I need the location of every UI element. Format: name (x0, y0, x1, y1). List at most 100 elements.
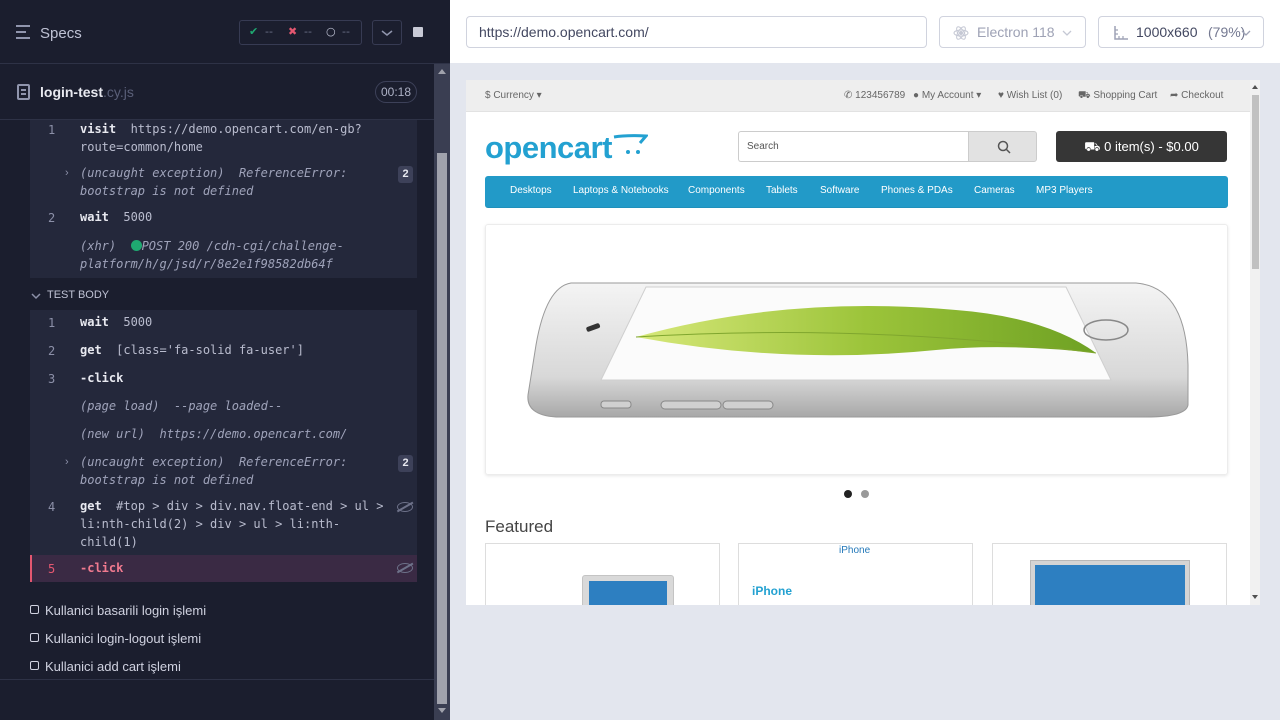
command-page-load[interactable]: (page load) --page loaded-- (80, 397, 282, 415)
test-body-header[interactable]: TEST BODY (30, 287, 417, 305)
scroll-thumb[interactable] (437, 153, 447, 704)
product-title[interactable]: iPhone (752, 584, 792, 598)
command-new-url[interactable]: (new url) https://demo.opencart.com/ (80, 425, 347, 443)
checkbox-icon (30, 661, 39, 670)
user-icon: ● (913, 90, 920, 101)
viewport-size: 1000x660 (1136, 24, 1198, 40)
chevron-down-icon (381, 30, 393, 36)
command-number: 1 (48, 123, 56, 137)
cart-icon: ⛟ (1084, 139, 1101, 154)
command-get[interactable]: get [class='fa-solid fa-user'] (80, 341, 304, 359)
chevron-right-icon[interactable]: › (65, 456, 69, 468)
checkout-link[interactable]: ➦ Checkout (1170, 90, 1223, 101)
search-input[interactable]: Search (738, 131, 968, 162)
browser-selector[interactable]: Electron 118 (939, 16, 1086, 48)
command-number: 2 (48, 211, 56, 225)
run-duration: 00:18 (375, 81, 417, 103)
product-image-alt: iPhone (839, 545, 871, 556)
scroll-down-arrow[interactable] (1250, 593, 1260, 601)
nav-tablets[interactable]: Tablets (766, 185, 798, 196)
pending-icon: ○ (326, 25, 336, 38)
cart-button[interactable]: ⛟ 0 item(s) - $0.00 (1056, 131, 1227, 162)
shopping-cart-link[interactable]: ⛟ Shopping Cart (1078, 90, 1157, 103)
hero-slider[interactable] (485, 224, 1228, 475)
featured-heading: Featured (485, 517, 554, 536)
command-click[interactable]: -click (80, 369, 123, 387)
command-click-failed[interactable]: -click (80, 559, 123, 577)
cart-logo-icon (613, 134, 648, 154)
pending-count: -- (342, 25, 350, 38)
menu-icon[interactable] (16, 25, 32, 39)
scroll-up-arrow[interactable] (438, 69, 446, 74)
checkbox-icon (30, 605, 39, 614)
command-uncaught-exception[interactable]: (uncaught exception) ReferenceError: boo… (80, 164, 380, 200)
count-badge: 2 (398, 455, 413, 472)
pass-icon: ✔ (249, 25, 259, 38)
expand-button[interactable] (372, 20, 402, 45)
slider-dot[interactable] (861, 490, 869, 498)
nav-software[interactable]: Software (820, 185, 859, 196)
command-number: 5 (48, 562, 56, 576)
file-icon (17, 84, 30, 100)
count-badge: 2 (398, 166, 413, 183)
command-wait[interactable]: wait 5000 (80, 208, 152, 226)
url-field[interactable]: https://demo.opencart.com/ (466, 16, 927, 48)
chevron-right-icon[interactable]: › (65, 167, 69, 179)
phone-link[interactable]: ✆ 123456789 (844, 90, 905, 101)
wish-list-link[interactable]: ♥ Wish List (0) (998, 90, 1062, 101)
test-body-label: TEST BODY (47, 289, 110, 301)
divider (0, 679, 434, 680)
spec-file-name: login-test (40, 84, 103, 100)
nav-cameras[interactable]: Cameras (974, 185, 1015, 196)
search-button[interactable] (968, 131, 1037, 162)
product-card[interactable] (485, 543, 720, 605)
my-account-link[interactable]: ● My Account ▾ (913, 90, 981, 101)
viewport-selector[interactable]: 1000x660 (79%) (1098, 16, 1264, 48)
share-icon: ➦ (1170, 90, 1179, 101)
ruler-icon (1114, 26, 1128, 40)
fail-count: -- (304, 25, 312, 38)
scroll-up-arrow[interactable] (1250, 83, 1260, 91)
search-icon (997, 140, 1011, 154)
stop-button[interactable] (403, 20, 433, 45)
app-under-test: $ Currency ▾ ✆ 123456789 ● My Account ▾ … (466, 80, 1260, 605)
nav-laptops[interactable]: Laptops & Notebooks (573, 185, 669, 196)
command-number: 4 (48, 500, 56, 514)
product-card[interactable]: iPhone iPhone (738, 543, 973, 605)
command-number: 1 (48, 316, 56, 330)
specs-label[interactable]: Specs (40, 25, 82, 42)
command-log-panel: Specs ✔ -- ✖ -- ○ -- login-test .cy.js 0… (0, 0, 450, 720)
product-card[interactable] (992, 543, 1227, 605)
eye-slash-icon[interactable] (397, 502, 413, 512)
nav-desktops[interactable]: Desktops (510, 185, 552, 196)
command-wait[interactable]: wait 5000 (80, 313, 152, 331)
site-scroll-thumb[interactable] (1252, 95, 1259, 269)
fail-icon: ✖ (288, 25, 298, 38)
chevron-down-icon (1241, 30, 1251, 36)
command-number: 2 (48, 344, 56, 358)
scroll-down-arrow[interactable] (438, 708, 446, 713)
xhr-status-dot (130, 240, 142, 251)
main-nav: Desktops Laptops & Notebooks Components … (485, 176, 1228, 208)
command-number: 3 (48, 372, 56, 386)
chevron-down-icon (1062, 30, 1072, 36)
command-visit[interactable]: visit https://demo.opencart.com/en-gb? r… (80, 120, 380, 156)
nav-phones[interactable]: Phones & PDAs (881, 185, 953, 196)
command-xhr[interactable]: (xhr) POST 200 /cdn-cgi/challenge- platf… (80, 237, 380, 273)
currency-dropdown[interactable]: $ Currency ▾ (485, 90, 542, 101)
phone-icon: ✆ (844, 90, 853, 101)
nav-mp3[interactable]: MP3 Players (1036, 185, 1093, 196)
browser-label: Electron 118 (977, 24, 1055, 40)
opencart-logo[interactable]: opencart (485, 130, 648, 166)
chevron-down-icon (31, 293, 41, 300)
macbook-image (582, 575, 674, 605)
eye-slash-icon[interactable] (397, 563, 413, 573)
slider-dot-active[interactable] (844, 490, 852, 498)
command-uncaught-exception[interactable]: (uncaught exception) ReferenceError: boo… (80, 453, 380, 489)
iphone-banner-image (527, 282, 1189, 418)
checkbox-icon (30, 633, 39, 642)
cart-icon: ⛟ (1078, 90, 1091, 101)
pass-count: -- (265, 25, 273, 38)
specs-header: Specs ✔ -- ✖ -- ○ -- (0, 0, 450, 64)
nav-components[interactable]: Components (688, 185, 745, 196)
